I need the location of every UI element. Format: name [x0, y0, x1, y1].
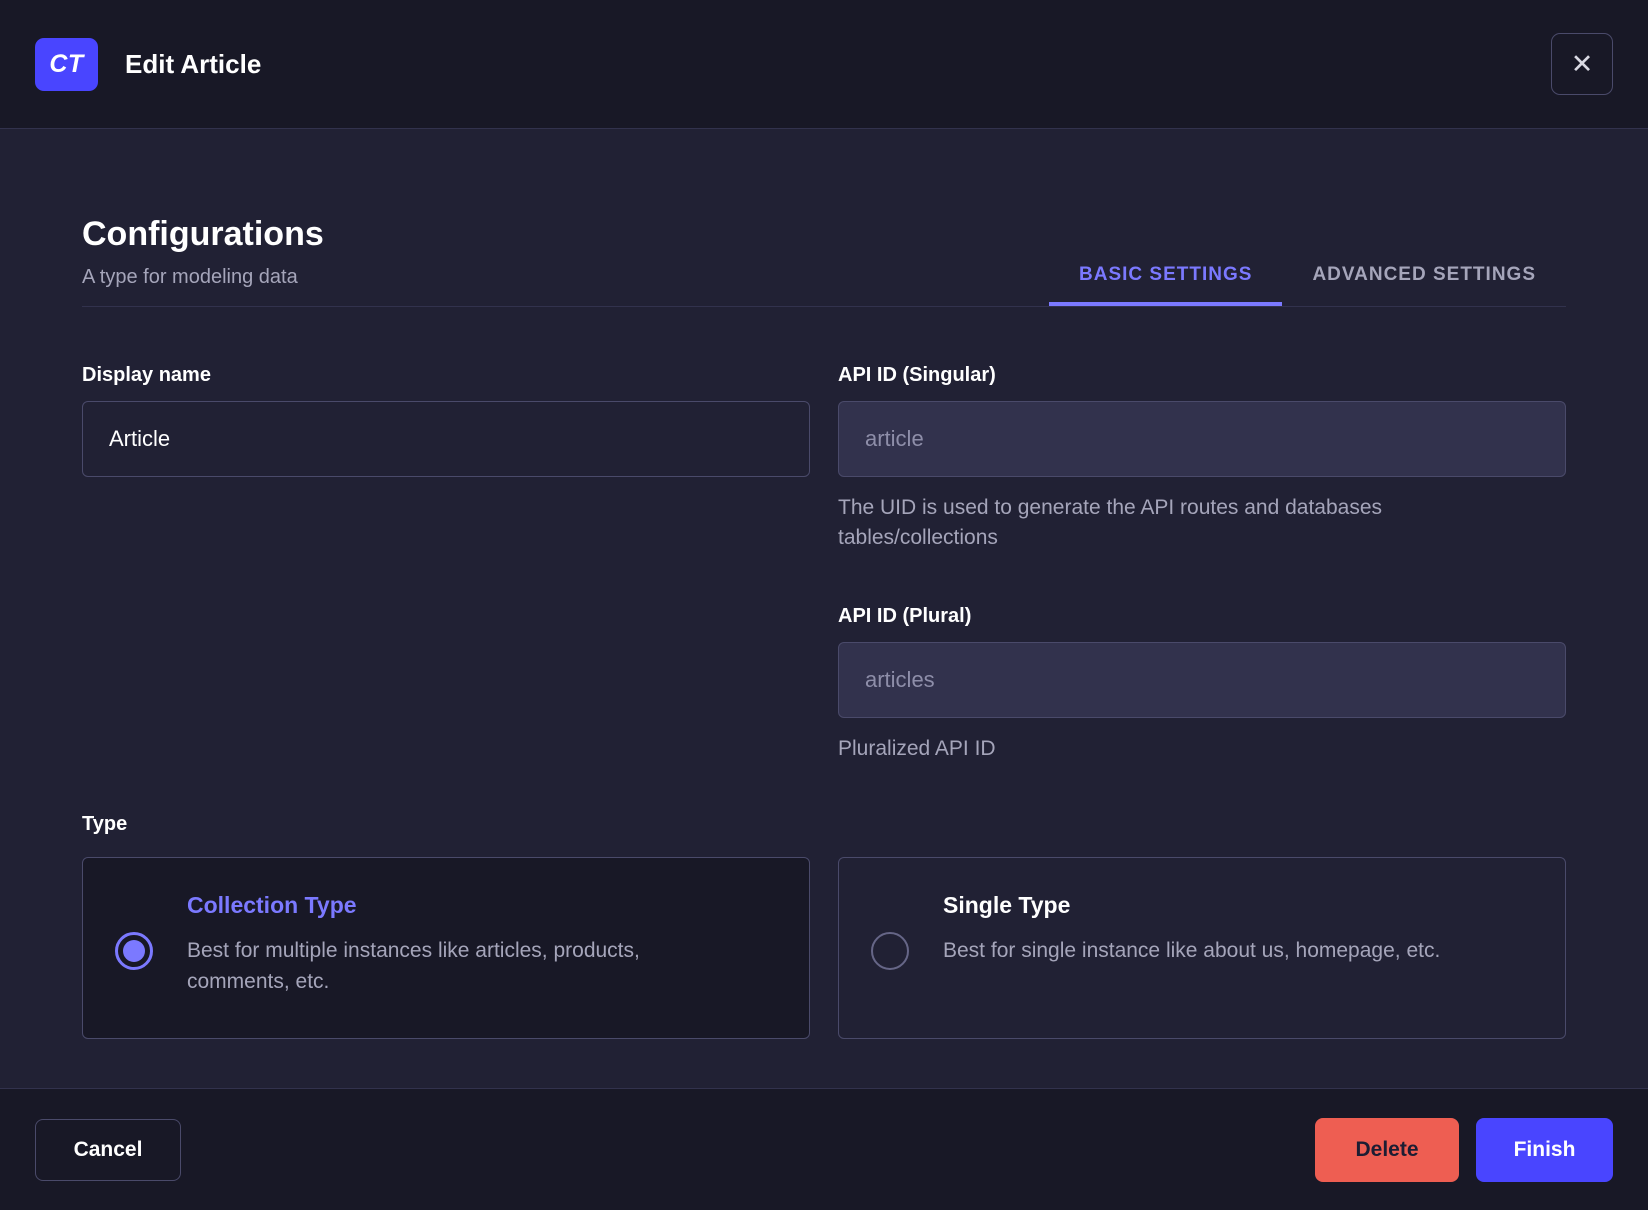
delete-button[interactable]: Delete — [1315, 1117, 1459, 1182]
cancel-button[interactable]: Cancel — [35, 1118, 181, 1181]
api-id-singular-field-group: API ID (Singular) The UID is used to gen… — [838, 364, 1566, 553]
configurations-titles: Configurations A type for modeling data — [82, 215, 324, 306]
collection-type-option[interactable]: Collection Type Best for multiple instan… — [82, 857, 810, 1039]
collection-type-description: Best for multiple instances like article… — [187, 939, 640, 993]
api-id-plural-input[interactable] — [838, 642, 1566, 718]
configurations-header: Configurations A type for modeling data … — [82, 215, 1566, 307]
single-type-option[interactable]: Single Type Best for single instance lik… — [838, 857, 1566, 1039]
single-type-radio[interactable] — [871, 932, 909, 970]
settings-tabs: BASIC SETTINGS ADVANCED SETTINGS — [1049, 264, 1566, 306]
api-id-singular-input[interactable] — [838, 401, 1566, 477]
display-name-input[interactable] — [82, 401, 810, 477]
close-icon: ✕ — [1570, 48, 1594, 79]
single-type-title: Single Type — [943, 892, 1071, 918]
finish-button[interactable]: Finish — [1476, 1117, 1613, 1182]
display-name-label: Display name — [82, 364, 211, 386]
api-id-column: API ID (Singular) The UID is used to gen… — [838, 364, 1566, 764]
tab-advanced-settings[interactable]: ADVANCED SETTINGS — [1282, 264, 1566, 306]
configuration-form: Display name API ID (Singular) The UID i… — [82, 364, 1566, 764]
radio-dot — [879, 940, 901, 962]
api-id-singular-hint: The UID is used to generate the API rout… — [838, 496, 1383, 549]
display-name-field-group: Display name — [82, 364, 810, 477]
modal-footer: Cancel Delete Finish — [0, 1088, 1648, 1210]
type-options: Collection Type Best for multiple instan… — [82, 857, 1566, 1039]
type-label: Type — [82, 813, 128, 835]
type-section: Type Collection Type Best for multiple i… — [82, 813, 1566, 1039]
api-id-singular-label: API ID (Singular) — [838, 364, 996, 386]
single-type-description: Best for single instance like about us, … — [943, 939, 1441, 962]
modal-header: CT Edit Article ✕ — [0, 0, 1648, 129]
api-id-plural-hint: Pluralized API ID — [838, 737, 996, 760]
collection-type-texts: Collection Type Best for multiple instan… — [187, 892, 747, 997]
collection-type-title: Collection Type — [187, 892, 357, 918]
collection-type-radio[interactable] — [115, 932, 153, 970]
content-type-badge-label: CT — [49, 49, 84, 78]
page-title: Configurations — [82, 215, 324, 253]
modal-body: Configurations A type for modeling data … — [0, 129, 1648, 1088]
radio-dot — [123, 940, 145, 962]
api-id-plural-field-group: API ID (Plural) Pluralized API ID — [838, 605, 1566, 764]
page-subtitle: A type for modeling data — [82, 266, 298, 288]
api-id-plural-label: API ID (Plural) — [838, 605, 972, 627]
tab-basic-settings[interactable]: BASIC SETTINGS — [1049, 264, 1282, 306]
modal-title: Edit Article — [125, 48, 262, 79]
footer-actions: Delete Finish — [1315, 1117, 1613, 1182]
close-button[interactable]: ✕ — [1551, 33, 1613, 95]
edit-article-modal: CT Edit Article ✕ Configurations A type … — [0, 0, 1648, 1210]
content-type-badge: CT — [35, 37, 98, 91]
single-type-texts: Single Type Best for single instance lik… — [943, 892, 1440, 966]
